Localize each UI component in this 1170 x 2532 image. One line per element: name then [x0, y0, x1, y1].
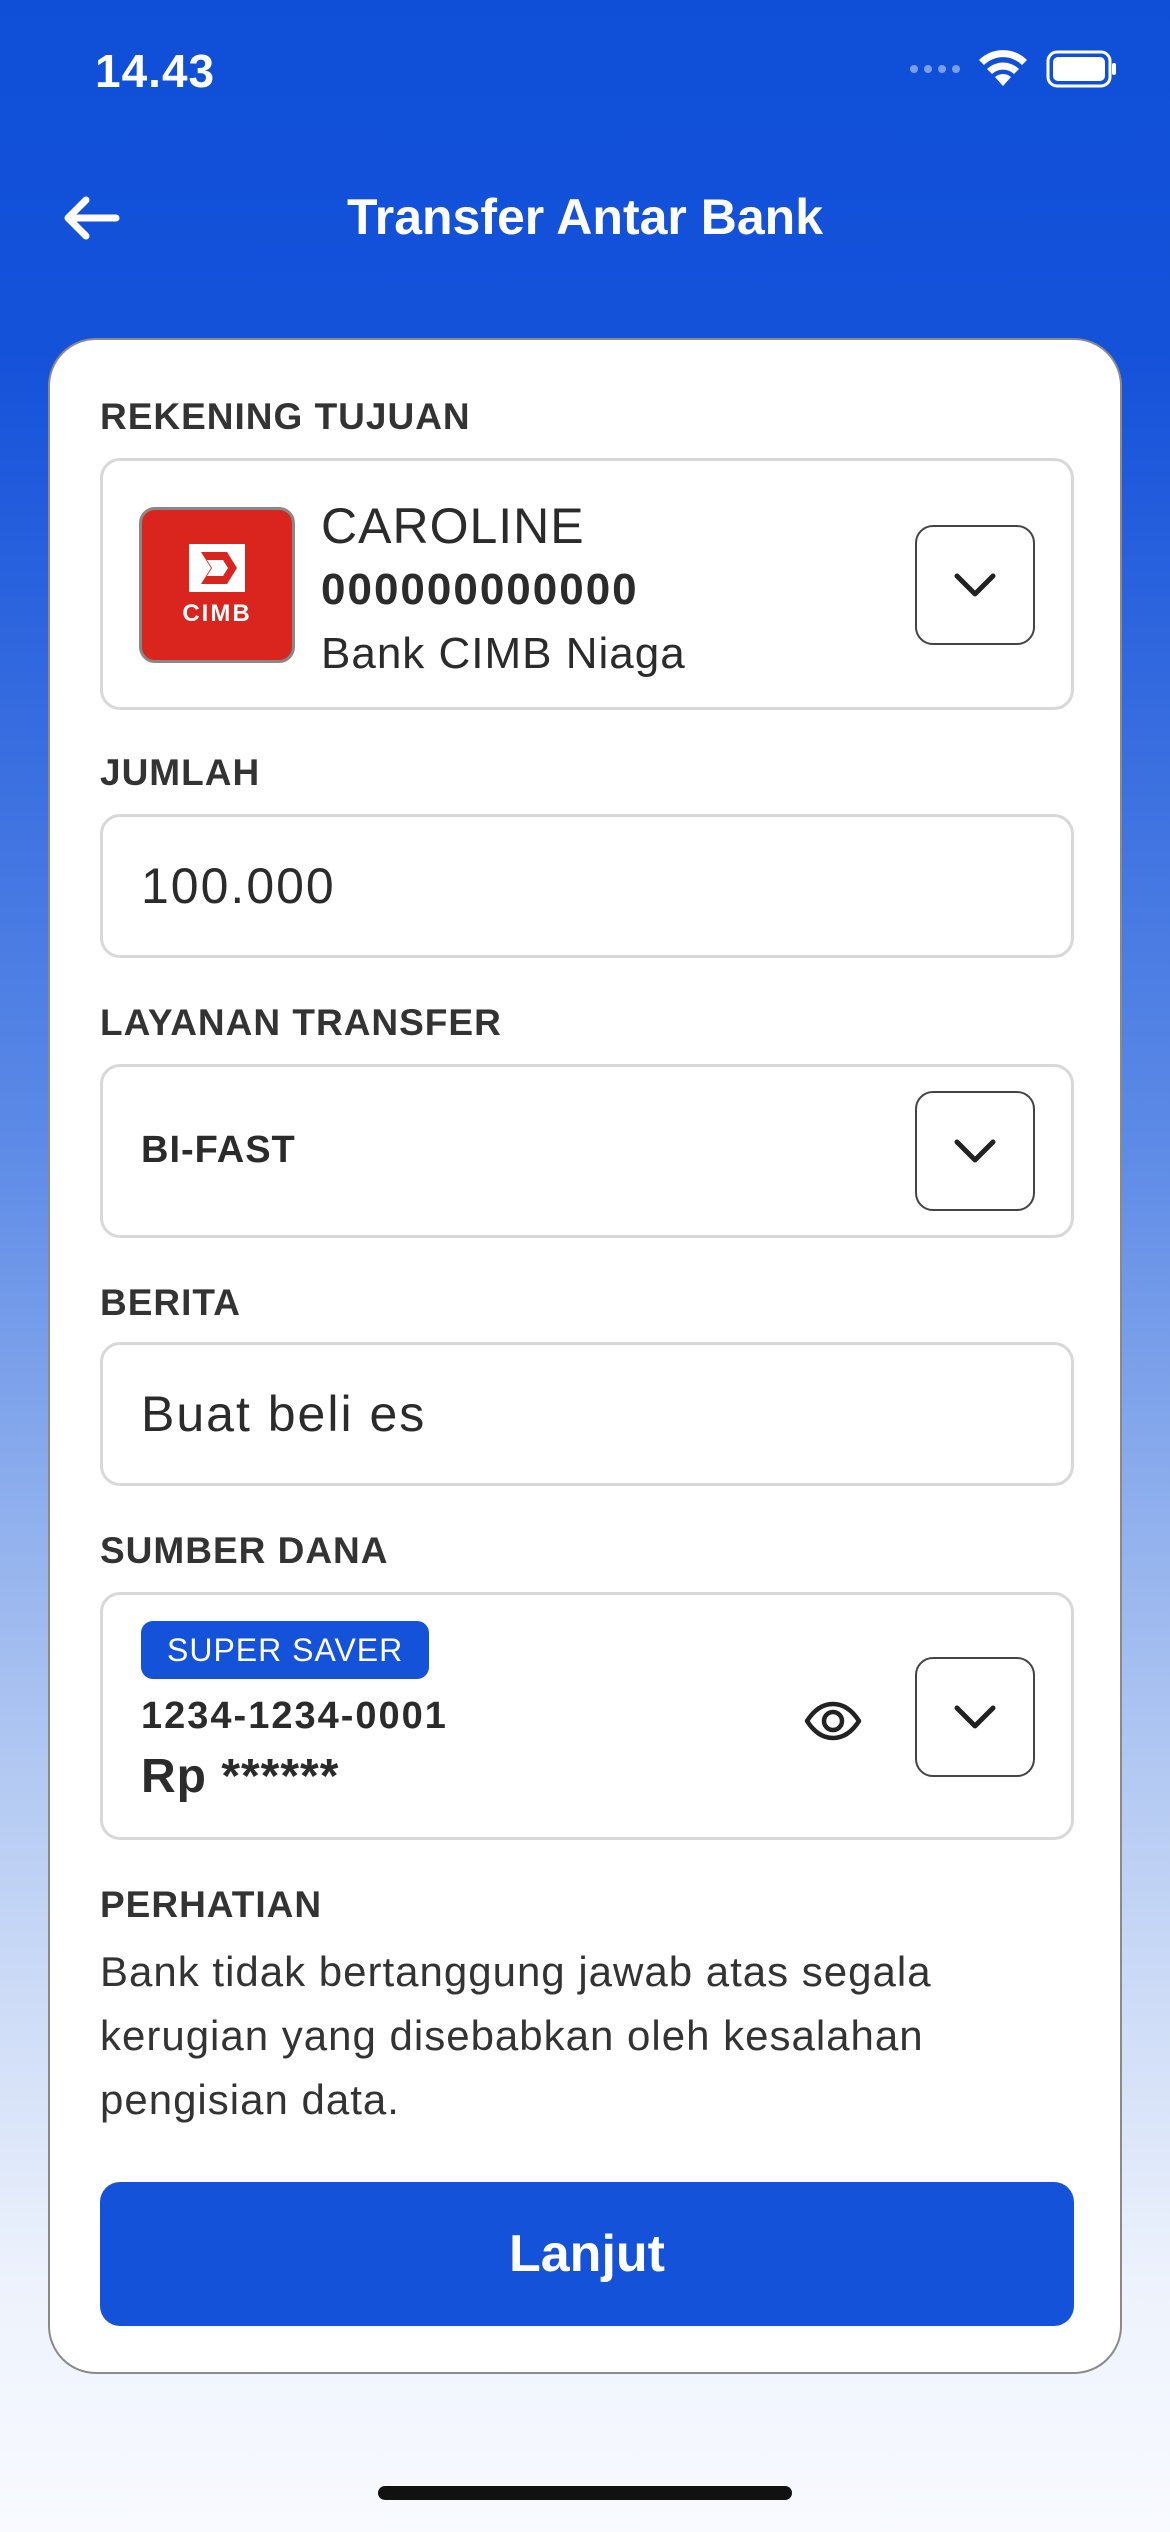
signal-icon [910, 65, 960, 73]
source-of-funds-selector[interactable]: SUPER SAVER 1234-1234-0001 Rp ****** [100, 1592, 1074, 1840]
chevron-down-icon [954, 573, 996, 597]
amount-label: JUMLAH [100, 752, 261, 793]
recipient-bank-name: Bank CIMB Niaga [321, 629, 686, 678]
page-title: Transfer Antar Bank [346, 189, 824, 245]
message-value: Buat beli es [141, 1386, 427, 1442]
message-label: BERITA [100, 1282, 241, 1323]
chevron-down-icon [954, 1139, 996, 1163]
amount-field[interactable]: 100.000 [100, 814, 1074, 958]
recipient-name: CAROLINE [321, 498, 585, 554]
bank-logo: CIMB [139, 507, 295, 663]
recipient-label: REKENING TUJUAN [100, 396, 471, 437]
continue-button[interactable]: Lanjut [100, 2182, 1074, 2326]
source-balance: Rp ****** [141, 1750, 340, 1803]
status-bar: 14.43 [0, 0, 1170, 150]
transfer-service-dropdown-button[interactable] [915, 1091, 1035, 1211]
account-type-badge: SUPER SAVER [141, 1621, 430, 1679]
eye-icon [804, 1701, 862, 1741]
home-indicator [378, 2486, 792, 2500]
recipient-account-number: 000000000000 [321, 565, 639, 614]
header: Transfer Antar Bank [0, 170, 1170, 266]
transfer-service-label: LAYANAN TRANSFER [100, 1002, 502, 1043]
wifi-icon [979, 50, 1027, 86]
notice-text: Bank tidak bertanggung jawab atas segala… [100, 1948, 932, 2123]
message-field[interactable]: Buat beli es [100, 1342, 1074, 1486]
status-time: 14.43 [95, 45, 216, 97]
battery-icon [1046, 50, 1116, 88]
transfer-service-value: BI-FAST [141, 1129, 296, 1171]
transfer-service-selector[interactable]: BI-FAST [100, 1064, 1074, 1238]
recipient-dropdown-button[interactable] [915, 525, 1035, 645]
source-of-funds-label: SUMBER DANA [100, 1530, 389, 1571]
amount-value: 100.000 [141, 858, 336, 914]
bank-logo-text: CIMB [182, 600, 252, 627]
source-account-number: 1234-1234-0001 [141, 1695, 448, 1737]
chevron-down-icon [954, 1705, 996, 1729]
transfer-form-card: REKENING TUJUAN CIMB CAROLINE 0000000000… [48, 338, 1122, 2374]
source-of-funds-dropdown-button[interactable] [915, 1657, 1035, 1777]
recipient-selector[interactable]: CIMB CAROLINE 000000000000 Bank CIMB Nia… [100, 458, 1074, 710]
notice-label: PERHATIAN [100, 1884, 323, 1925]
cimb-logo-mark [189, 544, 245, 592]
status-icons [910, 50, 1118, 88]
show-balance-button[interactable] [801, 1689, 865, 1753]
